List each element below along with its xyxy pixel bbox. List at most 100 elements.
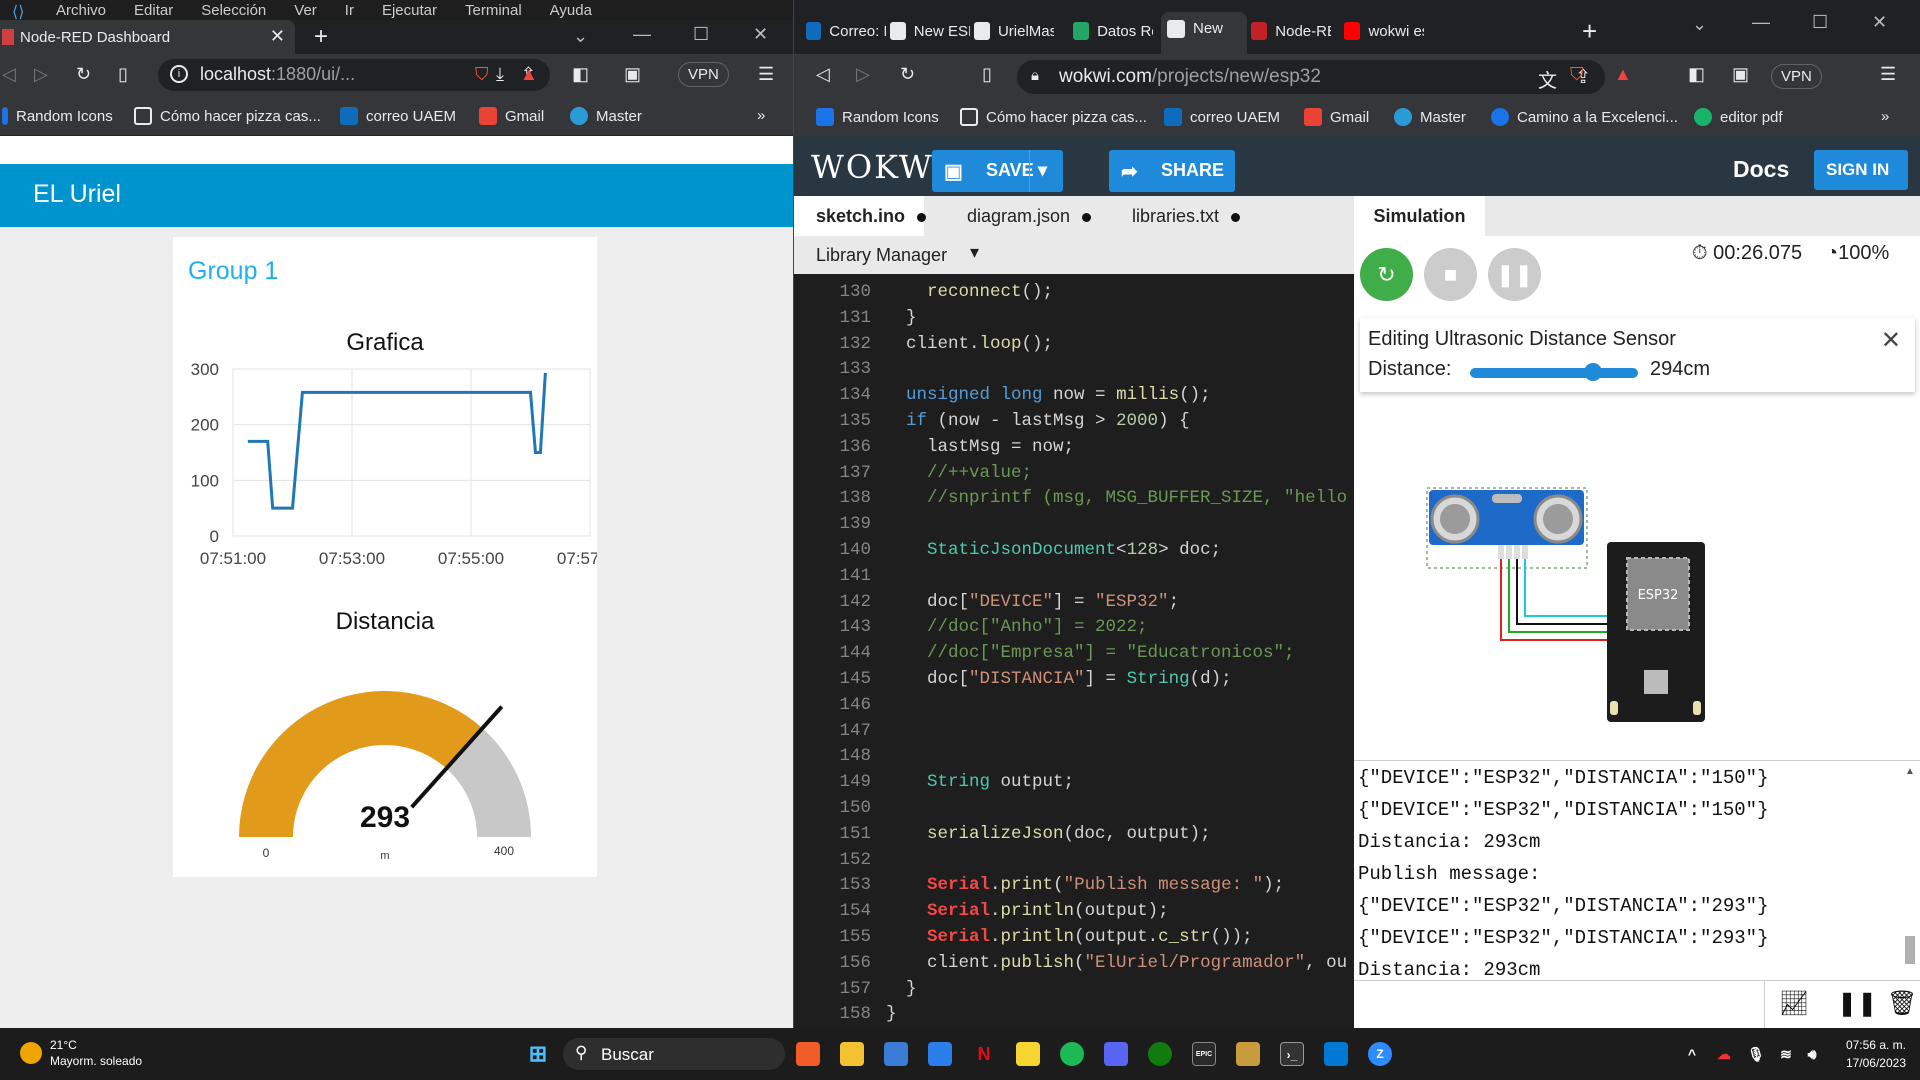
vscode-menu-item[interactable]: Ver [294, 2, 317, 19]
close-window-button[interactable]: ✕ [1872, 12, 1887, 33]
bookmark-editor-pdf[interactable]: editor pdf [1694, 108, 1783, 126]
microphone-icon[interactable]: 🎙︎ [1744, 1042, 1768, 1066]
bookmark-master[interactable]: Master [1394, 108, 1466, 126]
vscode-menu-item[interactable]: Selección [201, 2, 266, 19]
save-dropdown-icon[interactable]: ▾ [1038, 160, 1047, 181]
bookmark-icon[interactable]: ▯ [982, 64, 992, 85]
pause-simulation-button[interactable]: ❚❚ [1488, 248, 1541, 301]
close-popup-icon[interactable]: ✕ [1881, 326, 1901, 355]
epic-games-icon[interactable]: EPIC [1192, 1042, 1216, 1066]
sidebar-toggle-icon[interactable]: ◧ [572, 64, 589, 85]
wallet-icon[interactable]: ▣ [1732, 64, 1749, 85]
url-bar[interactable]: 🔒︎ wokwi.com/projects/new/esp32 文 ⇪ [1017, 60, 1605, 94]
vscode-menu-item[interactable]: Ir [345, 2, 354, 19]
stop-simulation-button[interactable]: ■ [1424, 248, 1477, 301]
sticky-notes-icon[interactable] [1016, 1042, 1040, 1066]
volume-icon[interactable]: 🔊︎ [1800, 1042, 1824, 1066]
brave-rewards-icon[interactable]: ▲ [520, 64, 538, 85]
vpn-button[interactable]: VPN [678, 62, 729, 87]
file-explorer-icon[interactable] [840, 1042, 864, 1066]
system-clock[interactable]: 07:56 a. m. 17/06/2023 [1846, 1038, 1906, 1070]
share-button[interactable]: ➦ SHARE [1109, 150, 1235, 192]
browser-tab[interactable]: Datos Re [1073, 16, 1153, 46]
bookmark-camino[interactable]: Camino a la Excelenci... [1491, 108, 1678, 126]
pause-serial-icon[interactable]: ❚❚ [1837, 989, 1877, 1018]
vscode-menu-item[interactable]: Editar [134, 2, 173, 19]
esp32-board[interactable]: ESP32 [1607, 542, 1705, 722]
library-manager-bar[interactable]: Library Manager ▾ [794, 236, 1354, 274]
bookmark-gmail[interactable]: Gmail [1304, 108, 1369, 126]
tab-simulation[interactable]: Simulation [1354, 196, 1485, 236]
brave-shield-icon[interactable]: ⛉ [1570, 64, 1584, 85]
bookmark-icon[interactable]: ▯ [118, 64, 128, 85]
sidebar-toggle-icon[interactable]: ◧ [1688, 64, 1705, 85]
menu-icon[interactable]: ☰ [1880, 64, 1896, 85]
menu-icon[interactable]: ☰ [758, 64, 774, 85]
back-icon[interactable]: ◁ [816, 64, 830, 85]
vpn-button[interactable]: VPN [1771, 64, 1822, 89]
forward-icon[interactable]: ▷ [34, 64, 48, 85]
browser-tab[interactable]: wokwi es [1344, 16, 1424, 46]
tab-node-red-dashboard[interactable]: Node-RED Dashboard ✕ [0, 20, 295, 54]
docs-link[interactable]: Docs [1733, 156, 1789, 183]
circuit-diagram[interactable]: ESP32 [1414, 476, 1724, 726]
tab-diagram-json[interactable]: diagram.json [967, 206, 1092, 227]
tab-sketch-ino-label[interactable]: sketch.ino [816, 206, 927, 227]
brave-shield-icon[interactable]: ⛉ [475, 64, 489, 85]
bookmark-pizza[interactable]: Cómo hacer pizza cas... [134, 107, 321, 125]
vscode-icon[interactable] [1324, 1042, 1348, 1066]
reload-icon[interactable]: ↻ [900, 64, 915, 85]
bookmark-gmail[interactable]: Gmail [479, 107, 544, 125]
bookmark-correo-uaem[interactable]: correo UAEM [1164, 108, 1280, 126]
ultrasonic-sensor[interactable] [1426, 487, 1588, 569]
serial-input[interactable]: 📈︎ ❚❚ 🗑︎ [1354, 980, 1920, 1028]
new-tab-button[interactable]: + [1582, 16, 1597, 47]
serial-monitor[interactable]: {"DEVICE":"ESP32","DISTANCIA":"150"} {"DE… [1354, 760, 1920, 981]
wokwi-logo[interactable]: WOKWi [811, 148, 945, 186]
distance-slider-thumb[interactable] [1584, 363, 1603, 381]
url-bar[interactable]: i localhost:1880/ui/... ⤓ ⇪ [158, 59, 550, 91]
onedrive-icon[interactable]: ☁ [1712, 1042, 1736, 1066]
close-tab-icon[interactable]: ✕ [270, 26, 285, 47]
minimize-button[interactable]: — [633, 24, 651, 45]
bookmark-random-icons[interactable]: Random Icons [2, 107, 113, 125]
maximize-button[interactable]: ☐ [1812, 12, 1828, 33]
terminal-icon[interactable]: ›_ [1280, 1042, 1304, 1066]
netflix-icon[interactable]: N [972, 1042, 996, 1066]
bookmark-correo-uaem[interactable]: correo UAEM [340, 107, 456, 125]
zoom-icon[interactable]: Z [1368, 1042, 1392, 1066]
bookmark-master[interactable]: Master [570, 107, 642, 125]
taskbar-search[interactable]: ⚲ Buscar [563, 1038, 785, 1070]
site-info-icon[interactable]: i [170, 65, 188, 83]
vscode-menu-item[interactable]: Archivo [56, 2, 106, 19]
sign-in-button[interactable]: SIGN IN [1814, 150, 1908, 190]
bookmark-pizza[interactable]: Cómo hacer pizza cas... [960, 108, 1147, 126]
distance-slider[interactable] [1470, 368, 1638, 378]
bookmark-random-icons[interactable]: Random Icons [816, 108, 939, 126]
plotter-icon[interactable]: 📈︎ [1779, 989, 1809, 1018]
brave-rewards-icon[interactable]: ▲ [1614, 64, 1632, 85]
brave-app-icon[interactable] [796, 1042, 820, 1066]
translate-icon[interactable]: 文 [1538, 66, 1557, 93]
windows-start-icon[interactable]: ⊞ [526, 1042, 550, 1066]
todo-app-icon[interactable] [928, 1042, 952, 1066]
show-hidden-icons[interactable]: ^ [1680, 1042, 1704, 1066]
more-bookmarks-button[interactable]: » [1881, 108, 1889, 125]
restart-simulation-button[interactable]: ↻ [1360, 248, 1413, 301]
browser-tab[interactable]: Correo: M [806, 16, 886, 46]
forward-icon[interactable]: ▷ [856, 64, 870, 85]
clear-serial-icon[interactable]: 🗑︎ [1887, 989, 1917, 1018]
league-icon[interactable] [1236, 1042, 1260, 1066]
serial-scrollbar[interactable]: ▲ [1903, 766, 1917, 976]
vscode-menu-item[interactable]: Terminal [465, 2, 522, 19]
tab-search-icon[interactable]: ⌄ [1692, 14, 1707, 35]
tab-libraries-txt[interactable]: libraries.txt [1132, 206, 1241, 227]
back-icon[interactable]: ◁ [2, 64, 16, 85]
maximize-button[interactable]: ☐ [693, 24, 709, 45]
library-manager-label[interactable]: Library Manager [816, 245, 947, 266]
wallet-icon[interactable]: ▣ [624, 64, 641, 85]
browser-tab[interactable]: New ESP [890, 16, 970, 46]
wifi-icon[interactable]: ≋ [1774, 1042, 1798, 1066]
minimize-button[interactable]: — [1752, 12, 1770, 33]
discord-icon[interactable] [1104, 1042, 1128, 1066]
